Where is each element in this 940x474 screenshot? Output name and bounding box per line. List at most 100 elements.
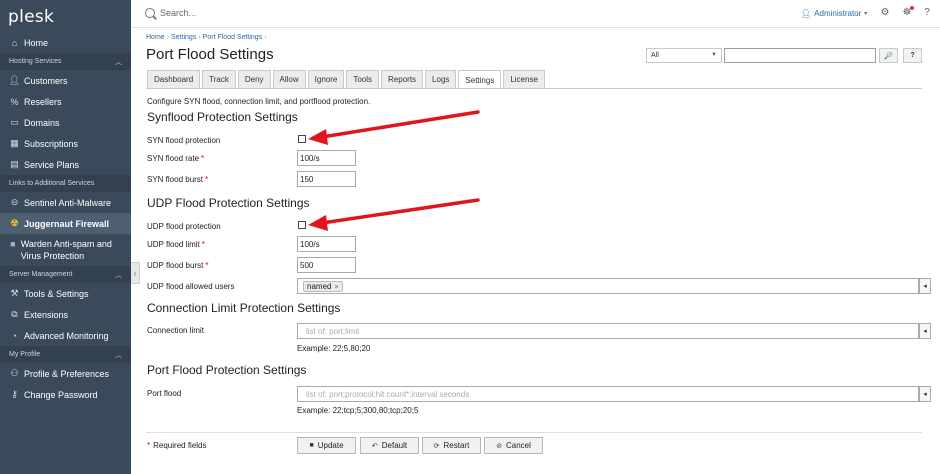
udp-section-title: UDP Flood Protection Settings xyxy=(147,196,310,210)
conn-limit-example: Example: 22;5,80;20 xyxy=(297,344,371,353)
syn-section-title: Synflood Protection Settings xyxy=(147,110,298,124)
udp-users-expand-button[interactable]: ◂ xyxy=(919,278,931,294)
help-button[interactable]: ? xyxy=(903,48,922,63)
sidebar-item-label: Juggernaut Firewall xyxy=(24,218,110,229)
portflood-expand-button[interactable]: ◂ xyxy=(919,386,931,402)
sidebar-item-domains[interactable]: ▭ Domains xyxy=(0,112,131,133)
udp-protection-checkbox[interactable] xyxy=(298,221,306,229)
sidebar-section-hosting[interactable]: Hosting Services ︿ xyxy=(0,53,131,70)
udp-limit-input[interactable]: 100/s xyxy=(297,236,356,252)
sidebar-item-subscriptions[interactable]: ▦ Subscriptions xyxy=(0,133,131,154)
cancel-button-label: Cancel xyxy=(505,441,531,450)
chevron-right-icon: ◂ xyxy=(923,283,927,290)
required-note-text: Required fields xyxy=(153,441,207,450)
filter-select[interactable]: All ▼ xyxy=(646,48,722,63)
syn-burst-input[interactable]: 150 xyxy=(297,171,356,187)
udp-allowed-users-input[interactable]: named × xyxy=(297,278,919,294)
remove-tag-icon[interactable]: × xyxy=(334,284,338,291)
tab-ignore[interactable]: Ignore xyxy=(307,70,345,88)
udp-burst-input[interactable]: 500 xyxy=(297,257,356,273)
firewall-icon: ☢ xyxy=(10,218,19,228)
udp-allowed-label: UDP flood allowed users xyxy=(147,282,235,291)
page-title: Port Flood Settings xyxy=(146,46,274,63)
sidebar-item-warden[interactable]: ■ Warden Anti-spam and Virus Protection xyxy=(0,234,131,266)
sidebar-item-sentinel[interactable]: ⊝ Sentinel Anti-Malware xyxy=(0,192,131,213)
sidebar-item-profile[interactable]: ⚇ Profile & Preferences xyxy=(0,363,131,384)
conn-limit-input[interactable]: list of: port;limit xyxy=(297,323,919,339)
sidebar-item-monitoring[interactable]: ◔ Advanced Monitoring xyxy=(0,325,131,346)
tab-settings[interactable]: Settings xyxy=(458,70,502,89)
user-menu[interactable]: 👤︎ Administrator ▾ xyxy=(801,9,867,18)
tab-license[interactable]: License xyxy=(503,70,545,88)
restart-button[interactable]: ⟳ Restart xyxy=(422,437,481,454)
tab-logs[interactable]: Logs xyxy=(425,70,457,88)
breadcrumb-settings[interactable]: Settings xyxy=(171,34,196,41)
udp-burst-label: UDP flood burst * xyxy=(147,261,209,270)
warden-icon: ■ xyxy=(10,238,16,249)
user-tag: named × xyxy=(303,281,343,292)
tab-allow[interactable]: Allow xyxy=(272,70,306,88)
notifications-icon[interactable]: ⚙ xyxy=(879,7,891,19)
portflood-example: Example: 22;tcp;5;300,80;tcp;20;5 xyxy=(297,406,419,415)
sidebar-item-resellers[interactable]: % Resellers xyxy=(0,91,131,112)
sidebar-item-label: Service Plans xyxy=(24,159,80,170)
filter-search-input[interactable] xyxy=(724,48,876,63)
tab-track[interactable]: Track xyxy=(202,70,236,88)
sidebar-item-home[interactable]: ⌂ Home xyxy=(0,32,131,53)
portflood-input[interactable]: list of: port;protocol;hit count*;interv… xyxy=(297,386,919,402)
tab-dashboard[interactable]: Dashboard xyxy=(147,70,201,88)
sidebar-section-server[interactable]: Server Management ︿ xyxy=(0,266,131,283)
help-icon[interactable]: ? xyxy=(921,7,933,19)
sidebar-item-label: Domains xyxy=(24,117,60,128)
update-button[interactable]: ■ Update xyxy=(297,437,356,454)
chevron-left-icon: ‹ xyxy=(133,268,137,278)
filter-select-value: All xyxy=(651,52,659,59)
search-button[interactable]: 🔎 xyxy=(879,48,898,63)
sidebar: plesk ⌂ Home Hosting Services ︿ 👤︎ Custo… xyxy=(0,0,131,474)
breadcrumb: Home › Settings › Port Flood Settings › xyxy=(146,34,267,41)
sidebar-item-customers[interactable]: 👤︎ Customers xyxy=(0,70,131,91)
tab-reports[interactable]: Reports xyxy=(381,70,424,88)
sidebar-item-service-plans[interactable]: ▤ Service Plans xyxy=(0,154,131,175)
sidebar-item-juggernaut[interactable]: ☢ Juggernaut Firewall xyxy=(0,213,131,234)
tab-bar: Dashboard Track Deny Allow Ignore Tools … xyxy=(147,70,547,89)
syn-protection-label: SYN flood protection xyxy=(147,136,221,145)
sidebar-item-label: Home xyxy=(24,37,49,48)
arrow-udp-annotation xyxy=(308,198,480,231)
udp-limit-label: UDP flood limit * xyxy=(147,240,205,249)
portflood-label: Port flood xyxy=(147,389,182,398)
global-search-input[interactable]: Search... xyxy=(160,8,196,18)
breadcrumb-port-flood[interactable]: Port Flood Settings xyxy=(203,34,263,41)
grid-icon: ▦ xyxy=(10,138,19,148)
sidebar-section-links[interactable]: Links to Additional Services xyxy=(0,175,131,192)
chevron-down-icon: ▼ xyxy=(711,52,717,58)
sidebar-item-label: Resellers xyxy=(24,96,62,107)
page-description: Configure SYN flood, connection limit, a… xyxy=(147,97,371,106)
monitor-icon: ▭ xyxy=(10,117,19,127)
tools-icon: ⚒ xyxy=(10,288,19,298)
syn-rate-label-text: SYN flood rate xyxy=(147,154,200,163)
plesk-logo[interactable]: plesk xyxy=(0,0,131,32)
sidebar-section-profile[interactable]: My Profile ︿ xyxy=(0,346,131,363)
syn-burst-label-text: SYN flood burst xyxy=(147,175,204,184)
cancel-button[interactable]: ⊘ Cancel xyxy=(484,437,543,454)
conn-limit-expand-button[interactable]: ◂ xyxy=(919,323,931,339)
breadcrumb-home[interactable]: Home xyxy=(146,34,165,41)
syn-rate-input[interactable]: 100/s xyxy=(297,150,356,166)
sidebar-item-extensions[interactable]: ⧉ Extensions xyxy=(0,304,131,325)
tab-tools[interactable]: Tools xyxy=(346,70,380,88)
restart-button-label: Restart xyxy=(443,441,470,450)
tab-deny[interactable]: Deny xyxy=(237,70,271,88)
syn-protection-checkbox[interactable] xyxy=(298,135,306,143)
search-icon[interactable] xyxy=(145,8,155,18)
syn-burst-label: SYN flood burst * xyxy=(147,175,209,184)
alert-badge xyxy=(910,6,914,10)
sidebar-item-password[interactable]: ⚷ Change Password xyxy=(0,384,131,405)
udp-limit-label-text: UDP flood limit xyxy=(147,240,200,249)
chevron-up-icon: ︿ xyxy=(115,271,122,279)
alerts-icon[interactable]: ☸ xyxy=(901,6,914,19)
sidebar-collapse-handle[interactable]: ‹ xyxy=(131,262,140,284)
default-button[interactable]: ↶ Default xyxy=(360,437,419,454)
chevron-right-icon: ◂ xyxy=(923,391,927,398)
sidebar-item-tools[interactable]: ⚒ Tools & Settings xyxy=(0,283,131,304)
